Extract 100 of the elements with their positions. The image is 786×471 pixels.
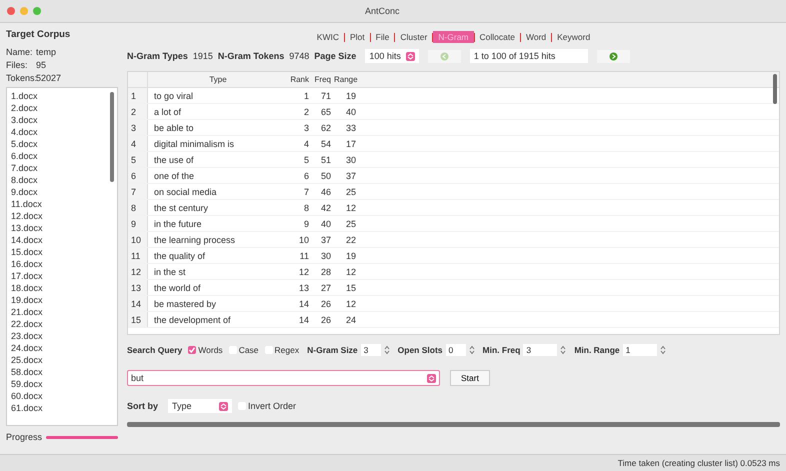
spinner-field[interactable]: 1 <box>622 344 657 356</box>
row-number: 15 <box>128 312 148 327</box>
param-label: N-Gram Size <box>307 345 358 355</box>
file-item[interactable]: 7.docx <box>11 162 113 174</box>
stat-value: 9748 <box>289 51 310 61</box>
tab[interactable]: Keyword <box>552 31 596 43</box>
zoom-button[interactable] <box>33 7 41 15</box>
table-cell-text: 17 <box>344 138 357 148</box>
stepper-icon[interactable] <box>560 345 566 355</box>
file-item[interactable]: 5.docx <box>11 138 113 150</box>
file-item[interactable]: 24.docx <box>11 342 113 354</box>
stepper-icon[interactable] <box>384 345 390 355</box>
tab[interactable]: KWIC <box>312 31 344 43</box>
file-item[interactable]: 9.docx <box>11 186 113 198</box>
table-cell-text: 12 <box>344 266 357 276</box>
column-header[interactable]: Rank <box>282 75 312 84</box>
file-item[interactable]: 8.docx <box>11 174 113 186</box>
table-cell-text: on social media <box>153 186 218 196</box>
file-item[interactable]: 13.docx <box>11 222 113 234</box>
table-cell-text: 7 <box>302 186 310 196</box>
file-item[interactable]: 21.docx <box>11 306 113 318</box>
table-cell-text: 19 <box>344 250 357 260</box>
table-cell-text: 26 <box>320 298 332 308</box>
sort-label: Sort by <box>127 401 158 411</box>
table-cell-text: the st century <box>153 202 210 212</box>
file-item[interactable]: 15.docx <box>11 246 113 258</box>
row-number: 3 <box>128 120 148 135</box>
file-item[interactable]: 11.docx <box>11 198 113 210</box>
sort-select[interactable]: Type <box>168 399 232 413</box>
dropdown-icon <box>427 374 436 382</box>
column-header[interactable]: Type <box>148 75 282 84</box>
table-cell-text: be mastered by <box>153 298 218 308</box>
dropdown-icon <box>219 402 228 410</box>
file-item[interactable]: 59.docx <box>11 378 113 390</box>
file-item[interactable]: 25.docx <box>11 354 113 366</box>
tab[interactable]: Collocate <box>474 31 520 43</box>
row-number: 8 <box>128 200 148 215</box>
tab[interactable]: File <box>370 31 394 43</box>
stepper-icon[interactable] <box>468 345 475 355</box>
scrollbar-thumb[interactable] <box>773 74 777 104</box>
row-number: 11 <box>128 248 148 263</box>
file-item[interactable]: 1.docx <box>11 90 113 102</box>
table-cell-text: the development of <box>153 314 232 324</box>
table-cell-text: 37 <box>344 170 357 180</box>
row-number: 9 <box>128 216 148 231</box>
close-button[interactable] <box>7 7 15 15</box>
column-header[interactable]: Range <box>334 75 362 84</box>
search-query-field[interactable]: but <box>127 370 440 386</box>
file-item[interactable]: 14.docx <box>11 234 113 246</box>
tab[interactable]: Plot <box>345 31 370 43</box>
tab[interactable]: Cluster <box>395 31 432 43</box>
checkbox-label: Case <box>238 345 259 355</box>
info-label: Name: <box>6 46 34 56</box>
table-cell-text: digital minimalism is <box>153 138 236 148</box>
file-item[interactable]: 61.docx <box>11 402 113 414</box>
table-cell-text: 1 <box>302 90 310 100</box>
table-cell-text: 6 <box>302 170 310 180</box>
file-item[interactable]: 22.docx <box>11 318 113 330</box>
checkbox-label: Words <box>198 345 223 355</box>
corpus-heading: Target Corpus <box>6 29 72 40</box>
file-item[interactable]: 6.docx <box>11 150 113 162</box>
file-item[interactable]: 3.docx <box>11 114 113 126</box>
spinner-field[interactable]: 3 <box>523 344 558 356</box>
table-cell-text: 14 <box>298 314 310 324</box>
table-cell-text: 28 <box>320 266 332 276</box>
file-item[interactable]: 4.docx <box>11 126 113 138</box>
table-cell-text: the quality of <box>153 250 206 260</box>
file-item[interactable]: 19.docx <box>11 294 113 306</box>
checkbox-label: Regex <box>274 345 300 355</box>
file-item[interactable]: 58.docx <box>11 366 113 378</box>
stepper-icon[interactable] <box>660 345 666 355</box>
file-item[interactable]: 23.docx <box>11 330 113 342</box>
start-button[interactable]: Start <box>450 370 490 386</box>
checkbox[interactable] <box>188 346 196 354</box>
table-cell-text: 27 <box>320 282 332 292</box>
row-number: 5 <box>128 152 148 167</box>
row-number: 12 <box>128 264 148 279</box>
page-size-select[interactable]: 100 hits <box>365 49 419 63</box>
column-header[interactable]: Freq <box>312 75 334 84</box>
table-cell-text: in the future <box>153 218 203 228</box>
file-item[interactable]: 18.docx <box>11 282 113 294</box>
hits-range-field: 1 to 100 of 1915 hits <box>470 49 588 63</box>
file-list[interactable] <box>6 87 118 426</box>
file-item[interactable]: 60.docx <box>11 390 113 402</box>
info-value: temp <box>36 46 56 56</box>
tab[interactable]: Word <box>520 31 552 43</box>
table-cell-text: 30 <box>320 250 332 260</box>
table-cell-text: in the st <box>153 266 187 276</box>
table-cell-text: 2 <box>302 106 310 116</box>
file-item[interactable]: 17.docx <box>11 270 113 282</box>
table-cell-text: 12 <box>298 266 310 276</box>
file-item[interactable]: 2.docx <box>11 102 113 114</box>
spinner-field[interactable]: 0 <box>446 344 466 356</box>
file-item[interactable]: 12.docx <box>11 210 113 222</box>
next-page-button[interactable] <box>596 50 630 62</box>
table-cell-text: 22 <box>344 234 357 244</box>
table-cell-text: 65 <box>320 106 332 116</box>
scrollbar-thumb[interactable] <box>110 92 114 182</box>
file-item[interactable]: 16.docx <box>11 258 113 270</box>
spinner-field[interactable]: 3 <box>360 344 381 356</box>
